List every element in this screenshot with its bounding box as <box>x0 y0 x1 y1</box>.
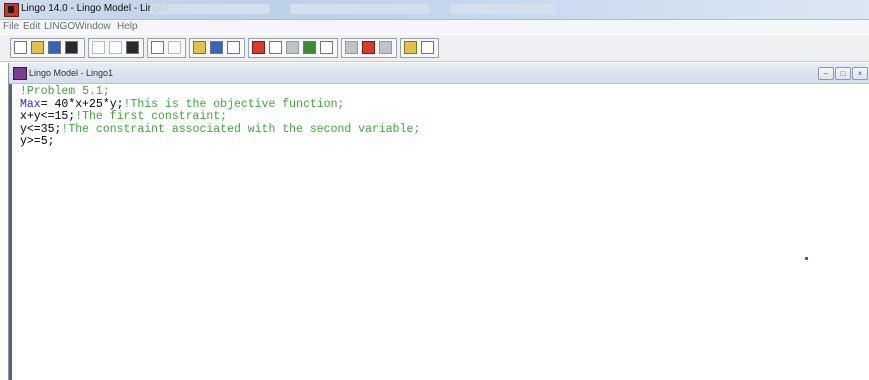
menu-window[interactable]: Window <box>75 21 111 32</box>
code-line: Max= 40*x+25*y;!This is the objective fu… <box>20 98 344 111</box>
close-all-icon[interactable] <box>303 41 316 54</box>
blurred-tab <box>450 4 555 14</box>
model-code: !Problem 5.1; Max= 40*x+25*y;!This is th… <box>20 85 420 149</box>
code-line: !Problem 5.1; <box>20 85 110 98</box>
match-parenthesis-icon[interactable] <box>227 41 240 54</box>
comment: !Problem 5.1; <box>20 85 110 98</box>
solve-icon[interactable] <box>252 41 265 54</box>
print-icon[interactable] <box>65 41 78 54</box>
new-icon[interactable] <box>14 41 27 54</box>
lingo-app-icon <box>4 3 19 17</box>
solution-icon[interactable] <box>269 41 282 54</box>
open-icon[interactable] <box>31 41 44 54</box>
app-titlebar[interactable]: Lingo 14.0 - Lingo Model - Lingo1 <box>0 0 869 20</box>
code-line: x+y<=15;!The first constraint; <box>20 110 227 123</box>
code-line: y>=5; <box>20 135 55 149</box>
close-button[interactable]: × <box>852 67 868 80</box>
save-icon[interactable] <box>48 41 61 54</box>
code-text: = 40*x+25*y; <box>40 97 124 111</box>
find-icon[interactable] <box>193 41 206 54</box>
model-window: Lingo Model - Lingo1 – □ × !Problem 5.1;… <box>8 63 869 380</box>
model-window-title: Lingo Model - Lingo1 <box>29 68 114 78</box>
menu-lingo[interactable]: LINGO <box>44 21 75 32</box>
toolbar-group-clipboard <box>88 38 144 58</box>
copy-icon[interactable] <box>109 41 122 54</box>
model-window-titlebar[interactable]: Lingo Model - Lingo1 – □ × <box>9 63 869 84</box>
whats-this-icon[interactable] <box>421 41 434 54</box>
minimize-button[interactable]: – <box>818 67 834 80</box>
comment: !The first constraint; <box>75 110 228 124</box>
paste-icon[interactable] <box>126 41 139 54</box>
context-help-icon[interactable] <box>404 41 417 54</box>
lingo-model-icon <box>13 67 27 80</box>
menu-edit[interactable]: Edit <box>23 21 40 32</box>
comment: !The constraint associated with the seco… <box>61 122 421 136</box>
window-title: Lingo 14.0 - Lingo Model - Lingo1 <box>21 3 170 14</box>
menu-help[interactable]: Help <box>117 21 138 32</box>
code-text: x+y<=15; <box>20 110 76 124</box>
tile-icon[interactable] <box>320 41 333 54</box>
help-topics-icon[interactable] <box>379 41 392 54</box>
toolbar-group-find <box>189 38 245 58</box>
matrix-picture-icon[interactable] <box>286 41 299 54</box>
toolbar-group-undo <box>147 38 186 58</box>
comment: !This is the objective function; <box>123 97 345 111</box>
toolbar-group-solve <box>248 38 338 58</box>
keyword: Max <box>20 97 41 111</box>
code-text: y>=5; <box>20 135 55 149</box>
blurred-tab <box>290 4 430 14</box>
menu-bar: File Edit LINGO Window Help <box>0 20 869 34</box>
blurred-tab <box>150 4 270 14</box>
maximize-button[interactable]: □ <box>835 67 851 80</box>
toolbar-group-window <box>341 38 397 58</box>
toolbar-group-file <box>10 38 85 58</box>
toolbar <box>0 35 869 62</box>
menu-file[interactable]: File <box>3 21 19 32</box>
toolbar-group-help <box>400 38 439 58</box>
stray-pixel <box>805 257 808 260</box>
send-to-back-icon[interactable] <box>345 41 358 54</box>
code-text: y<=35; <box>20 122 62 136</box>
code-line: y<=35;!The constraint associated with th… <box>20 123 420 136</box>
undo-icon[interactable] <box>151 41 164 54</box>
redo-icon[interactable] <box>168 41 181 54</box>
cut-icon[interactable] <box>92 41 105 54</box>
goto-line-icon[interactable] <box>210 41 223 54</box>
code-editor[interactable]: !Problem 5.1; Max= 40*x+25*y;!This is th… <box>9 84 869 380</box>
options-icon[interactable] <box>362 41 375 54</box>
